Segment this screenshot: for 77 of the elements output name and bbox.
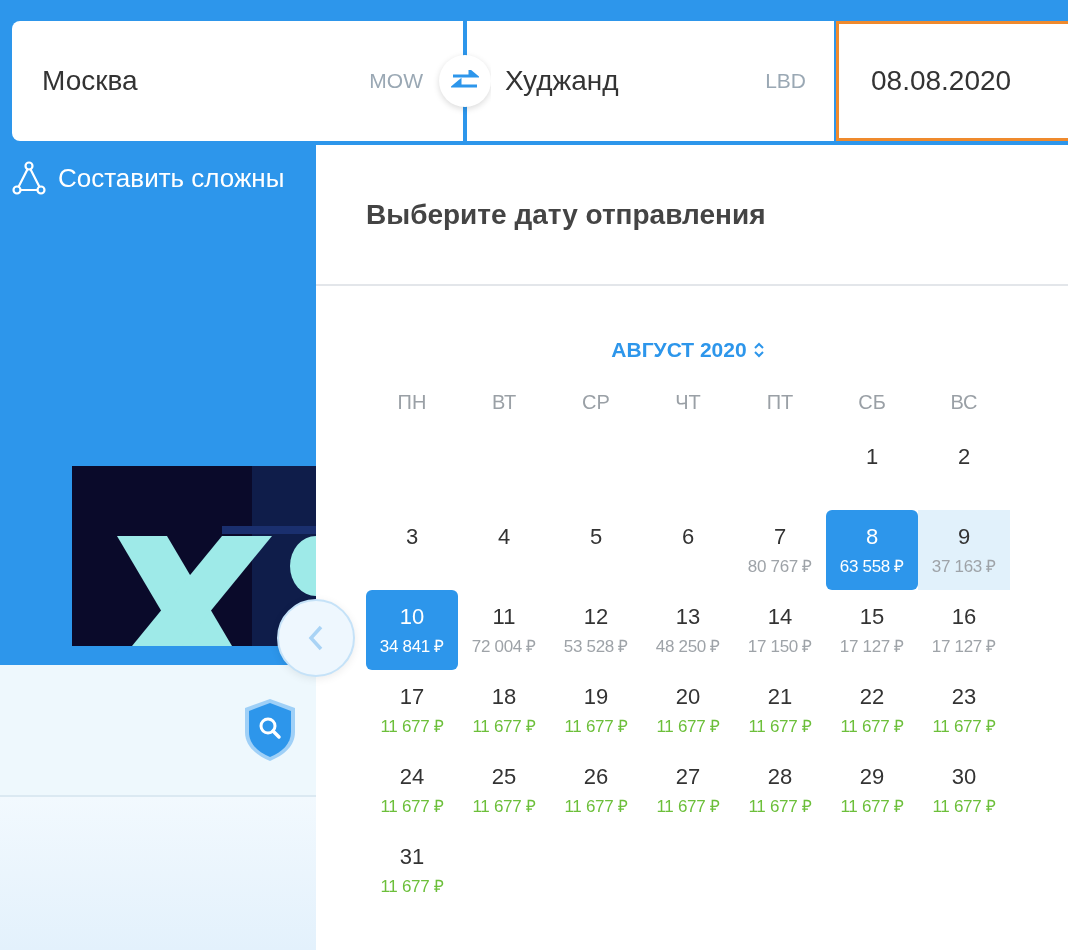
day-price: 11 677 ₽ (472, 796, 536, 817)
day-number: 11 (492, 604, 516, 630)
origin-city: Москва (42, 65, 138, 97)
day-number: 5 (589, 524, 603, 550)
day-price: 53 528 ₽ (563, 636, 629, 657)
calendar-title: Выберите дату отправления (366, 198, 766, 231)
day-number: 9 (957, 524, 971, 550)
day-number: 27 (675, 764, 701, 790)
day-number: 26 (583, 764, 609, 790)
day-price: 11 677 ₽ (748, 716, 812, 737)
day-price: 11 677 ₽ (840, 716, 904, 737)
chevron-left-icon (308, 625, 324, 651)
day-number: 6 (681, 524, 695, 550)
weekday-label: СР (581, 389, 611, 415)
weekday-label: ВС (949, 389, 979, 415)
day-price: 34 841 ₽ (379, 636, 445, 657)
day-price: 17 150 ₽ (747, 636, 813, 657)
day-price: 17 127 ₽ (931, 636, 997, 657)
day-price: 48 250 ₽ (655, 636, 721, 657)
day-price: 11 677 ₽ (656, 716, 720, 737)
day-number: 16 (951, 604, 977, 630)
weekday-label: ПН (396, 389, 428, 415)
route-triangle-icon (12, 161, 46, 195)
day-price: 37 163 ₽ (931, 556, 997, 577)
day-price: 11 677 ₽ (932, 796, 996, 817)
day-price: 72 004 ₽ (471, 636, 537, 657)
weekday-label: ВТ (490, 389, 518, 415)
day-number: 22 (859, 684, 885, 710)
day-number: 21 (767, 684, 793, 710)
day-number: 10 (399, 604, 425, 630)
day-number: 28 (767, 764, 793, 790)
destination-city: Худжанд (505, 65, 619, 97)
day-number: 4 (497, 524, 511, 550)
day-price: 11 677 ₽ (656, 796, 720, 817)
day-price: 11 677 ₽ (932, 716, 996, 737)
day-number: 20 (675, 684, 701, 710)
swap-button[interactable] (439, 55, 491, 107)
day-price: 11 677 ₽ (564, 716, 628, 737)
day-number: 18 (491, 684, 517, 710)
day-number: 24 (399, 764, 425, 790)
day-number: 2 (957, 444, 971, 470)
destination-field[interactable]: Худжанд LBD (491, 21, 834, 141)
day-number: 15 (859, 604, 885, 630)
day-number: 25 (491, 764, 517, 790)
day-number: 29 (859, 764, 885, 790)
day-number: 3 (405, 524, 419, 550)
sort-chevrons-icon (752, 342, 765, 358)
shield-search-icon (244, 698, 296, 762)
origin-field[interactable]: Москва MOW (12, 21, 439, 141)
day-price: 17 127 ₽ (839, 636, 905, 657)
day-number: 12 (583, 604, 609, 630)
weekday-label: СБ (857, 389, 887, 415)
day-number: 23 (951, 684, 977, 710)
day-price: 11 677 ₽ (380, 716, 444, 737)
day-number: 8 (865, 524, 879, 550)
origin-code: MOW (369, 69, 423, 93)
weekday-label: ПТ (765, 389, 795, 415)
day-number: 13 (675, 604, 701, 630)
day-price: 11 677 ₽ (564, 796, 628, 817)
day-number: 30 (951, 764, 977, 790)
destination-code: LBD (765, 69, 806, 93)
day-price: 11 677 ₽ (748, 796, 812, 817)
day-number: 17 (399, 684, 425, 710)
day-price: 11 677 ₽ (472, 716, 536, 737)
weekday-label: ЧТ (674, 389, 702, 415)
day-price: 11 677 ₽ (380, 876, 444, 897)
day-price: 63 558 ₽ (839, 556, 905, 577)
day-number: 31 (399, 844, 425, 870)
calendar-day[interactable]: 9 37 163 ₽ (918, 510, 1010, 590)
day-number: 14 (767, 604, 793, 630)
day-number: 1 (865, 444, 879, 470)
day-number: 7 (773, 524, 787, 550)
date-field[interactable]: 08.08.2020 (836, 21, 1068, 141)
day-price: 11 677 ₽ (380, 796, 444, 817)
day-price: 80 767 ₽ (747, 556, 813, 577)
day-number: 19 (583, 684, 609, 710)
day-price: 11 677 ₽ (840, 796, 904, 817)
